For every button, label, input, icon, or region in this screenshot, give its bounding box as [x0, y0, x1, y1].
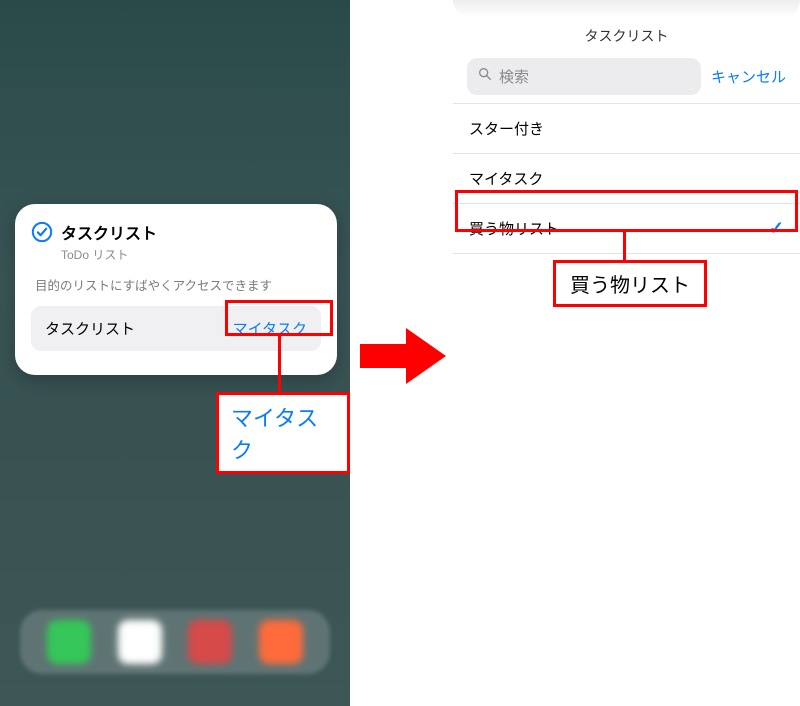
- dock-app-icon: [118, 620, 162, 664]
- widget-config-card: タスクリスト ToDo リスト 目的のリストにすばやくアクセスできます タスクリ…: [15, 204, 337, 375]
- annotation-callout-label: 買う物リスト: [553, 260, 707, 307]
- list-item-mytasks[interactable]: マイタスク: [453, 154, 800, 204]
- task-list-options: スター付き マイタスク 買う物リスト ✓: [453, 103, 800, 254]
- widget-row-label: タスクリスト: [45, 318, 135, 339]
- annotation-connector-line: [278, 336, 281, 392]
- list-picker-sheet: タスクリスト 検索 キャンセル スター付き マイタスク 買う物リスト ✓: [453, 0, 800, 706]
- left-phone-screen: タスクリスト ToDo リスト 目的のリストにすばやくアクセスできます タスクリ…: [0, 0, 350, 706]
- right-phone-screen: タスクリスト 検索 キャンセル スター付き マイタスク 買う物リスト ✓: [453, 0, 800, 706]
- cancel-button[interactable]: キャンセル: [711, 66, 786, 87]
- annotation-callout-label: マイタスク: [216, 392, 350, 474]
- dock-app-icon: [188, 620, 232, 664]
- widget-header: タスクリスト: [31, 220, 321, 244]
- widget-row-value: マイタスク: [233, 318, 307, 339]
- list-item-shopping[interactable]: 買う物リスト ✓: [453, 204, 800, 254]
- widget-title: タスクリスト: [61, 220, 157, 244]
- sheet-title: タスクリスト: [453, 26, 800, 46]
- search-input[interactable]: 検索: [467, 58, 701, 95]
- arrow-right-icon: [360, 328, 446, 384]
- list-item-label: スター付き: [469, 118, 544, 139]
- search-placeholder: 検索: [499, 66, 529, 87]
- widget-description: 目的のリストにすばやくアクセスできます: [35, 275, 321, 294]
- widget-subtitle: ToDo リスト: [61, 246, 321, 263]
- dock-blurred: [20, 610, 330, 674]
- checkmark-icon: ✓: [769, 218, 784, 239]
- search-row: 検索 キャンセル: [453, 58, 800, 95]
- search-icon: [477, 66, 493, 87]
- list-item-label: 買う物リスト: [469, 218, 559, 239]
- list-item-starred[interactable]: スター付き: [453, 104, 800, 154]
- dock-app-icon: [259, 620, 303, 664]
- annotation-connector-line: [623, 232, 626, 260]
- list-item-label: マイタスク: [469, 168, 543, 189]
- dock-app-icon: [47, 620, 91, 664]
- checkmark-circle-icon: [31, 221, 53, 243]
